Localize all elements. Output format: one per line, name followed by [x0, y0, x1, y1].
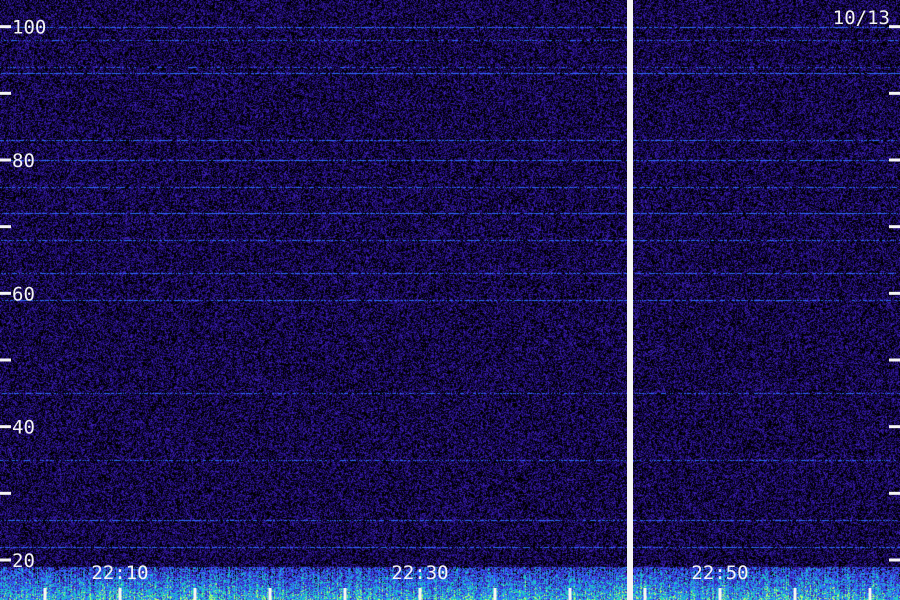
x-tick: [193, 588, 197, 600]
y-tick-right: [889, 25, 900, 29]
x-tick: [343, 588, 347, 600]
y-tick-left: [0, 225, 11, 229]
spectrogram-image: [0, 0, 900, 600]
y-tick-left: [0, 91, 11, 95]
x-tick-label: 22:10: [91, 562, 148, 584]
x-tick: [868, 588, 872, 600]
y-tick-label: 40: [12, 417, 35, 439]
spectrogram-chart: 100 80 60 40 20 22:10 22:30 22:50 10/13: [0, 0, 900, 600]
time-gap-markers: [627, 0, 633, 600]
y-tick-label: 100: [12, 17, 46, 39]
y-tick-right: [889, 491, 900, 495]
y-tick-label: 20: [12, 550, 35, 572]
spectrogram-svg: 100 80 60 40 20 22:10 22:30 22:50 10/13: [0, 0, 900, 600]
data-gap-bar: [627, 0, 633, 600]
x-tick: [43, 588, 47, 600]
x-tick: [493, 588, 497, 600]
y-tick-right: [889, 91, 900, 95]
x-tick: [643, 588, 647, 600]
y-tick-left: [0, 491, 11, 495]
y-tick-right: [889, 425, 900, 429]
y-tick-right: [889, 225, 900, 229]
x-tick: [568, 588, 572, 600]
x-tick-label: 22:30: [391, 562, 448, 584]
x-tick: [118, 588, 122, 600]
y-tick-left: [0, 425, 11, 429]
x-tick: [718, 588, 722, 600]
y-tick-right: [889, 558, 900, 562]
date-label: 10/13: [833, 7, 890, 29]
y-tick-label: 60: [12, 283, 35, 305]
x-tick: [268, 588, 272, 600]
y-tick-left: [0, 158, 11, 162]
y-tick-left: [0, 25, 11, 29]
x-tick-label: 22:50: [691, 562, 748, 584]
y-tick-right: [889, 358, 900, 362]
y-tick-left: [0, 358, 11, 362]
y-tick-label: 80: [12, 150, 35, 172]
y-tick-right: [889, 291, 900, 295]
y-tick-left: [0, 291, 11, 295]
y-tick-left: [0, 558, 11, 562]
x-tick: [793, 588, 797, 600]
y-tick-right: [889, 158, 900, 162]
x-tick: [418, 588, 422, 600]
